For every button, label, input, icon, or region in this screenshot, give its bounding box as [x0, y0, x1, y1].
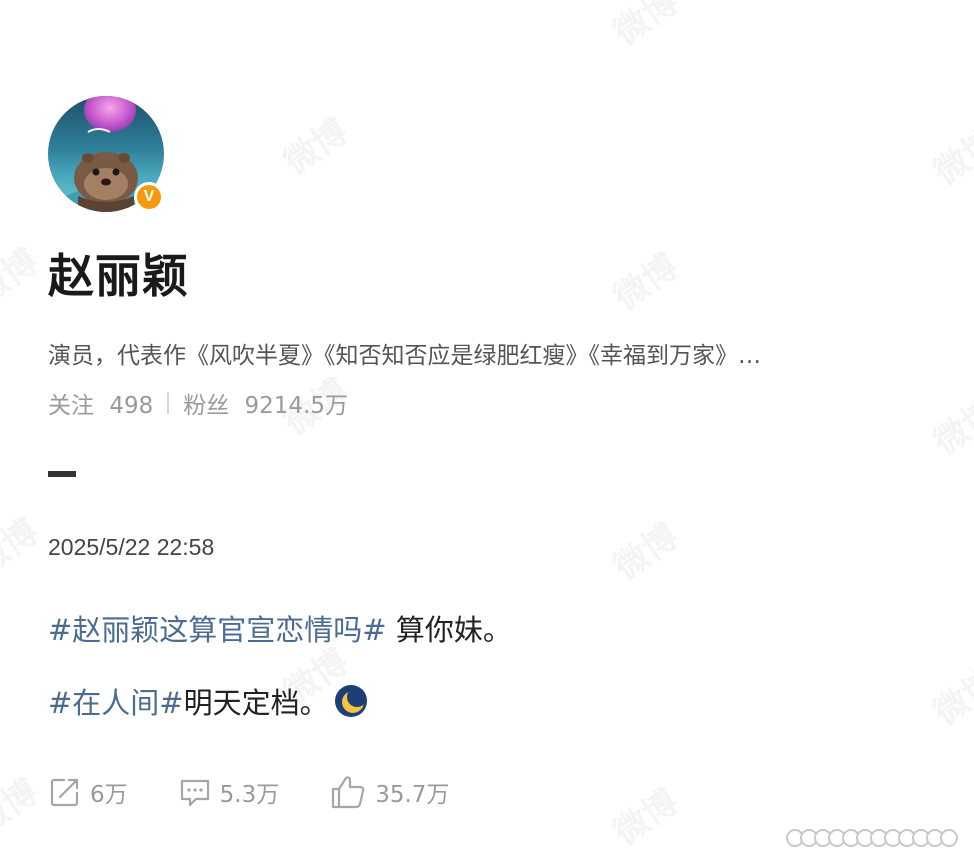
like-button[interactable]: 35.7万 — [329, 774, 449, 810]
moon-emoji-icon — [334, 685, 367, 717]
post-text: 明天定档。 — [183, 686, 329, 720]
watermark: 微博 — [602, 510, 686, 589]
section-divider — [48, 471, 76, 477]
verified-badge: V — [134, 182, 164, 212]
watermark: 微博 — [0, 235, 46, 314]
comment-button[interactable]: 5.3万 — [178, 775, 280, 809]
profile-bio: 演员，代表作《风吹半夏》《知否知否应是绿肥红瘦》《幸福到万家》… — [48, 343, 761, 369]
followers-stat[interactable]: 粉丝 9214.5万 — [183, 386, 348, 420]
watermark: 微博 — [602, 775, 686, 854]
followers-label: 粉丝 — [183, 393, 230, 419]
topic-link[interactable]: #在人间# — [48, 680, 184, 722]
watermark: 微博 — [602, 0, 686, 54]
post-text: 算你妹。 — [386, 613, 512, 647]
weibo-post-screenshot: 微博 微博 微博 微博 微博 微博 微博 微博 微博 微博 微博 微博 微博 — [0, 0, 974, 857]
stats-divider — [167, 392, 170, 414]
decorative-dots — [786, 829, 958, 847]
post-actions: 6万 5.3万 35.7万 — [48, 774, 499, 810]
post-timestamp: 2025/5/22 22:58 — [48, 534, 215, 560]
following-label: 关注 — [48, 393, 94, 419]
repost-icon — [50, 778, 79, 807]
watermark: 微博 — [602, 240, 686, 319]
watermark: 微博 — [0, 765, 46, 844]
repost-button[interactable]: 6万 — [48, 775, 128, 809]
thumbs-up-icon — [332, 776, 365, 809]
watermark: 微博 — [0, 505, 46, 584]
post-text-line-2: #在人间# 明天定档。 — [48, 680, 367, 722]
comment-icon — [180, 779, 209, 807]
topic-link[interactable]: #赵丽颖这算官宣恋情吗# — [48, 613, 387, 647]
followers-count: 9214.5万 — [244, 393, 349, 419]
profile-stats: 关注 498 粉丝 9214.5万 — [48, 386, 348, 420]
verified-icon: V — [137, 185, 161, 209]
following-count: 498 — [109, 393, 154, 419]
watermark: 微博 — [272, 105, 356, 184]
post-text-line-1: #赵丽颖这算官宣恋情吗# 算你妹。 — [48, 607, 512, 649]
following-stat[interactable]: 关注 498 — [48, 386, 153, 420]
watermark: 微博 — [922, 385, 974, 464]
profile-name[interactable]: 赵丽颖 — [48, 240, 189, 306]
watermark: 微博 — [922, 115, 974, 194]
repost-count: 6万 — [90, 782, 128, 808]
dot-icon — [940, 829, 958, 847]
avatar-container[interactable]: V — [48, 96, 168, 216]
comment-count: 5.3万 — [219, 782, 280, 808]
watermark: 微博 — [922, 655, 974, 734]
like-count: 35.7万 — [375, 782, 450, 808]
